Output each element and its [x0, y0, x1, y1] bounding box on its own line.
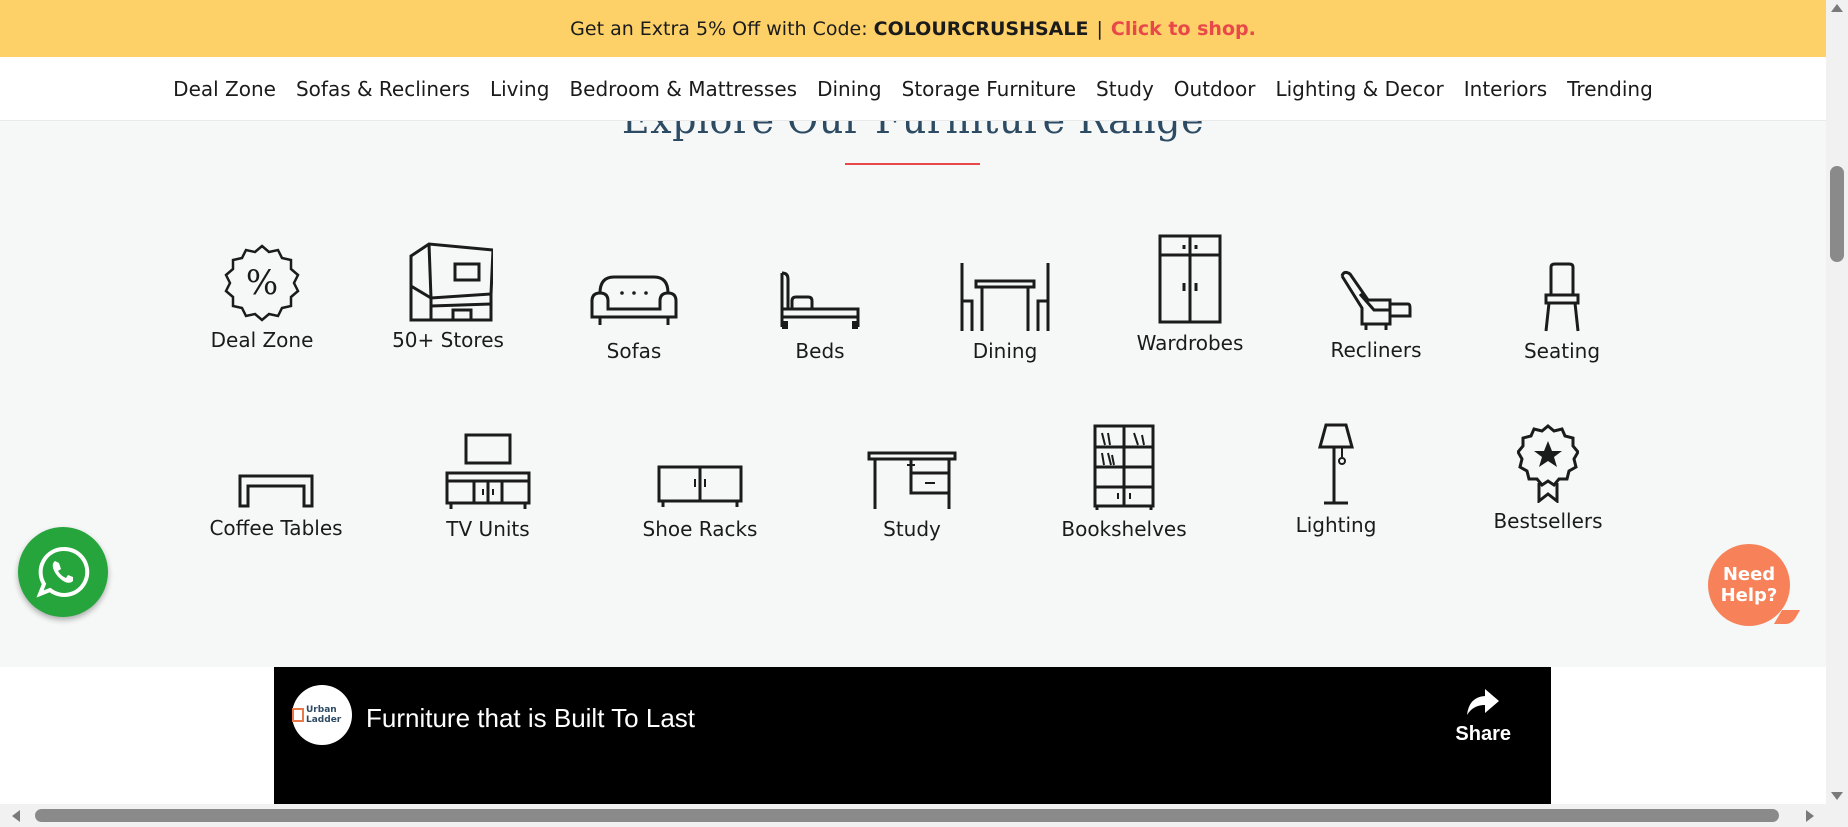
category-shoe-racks[interactable]: Shoe Racks	[640, 461, 760, 541]
tv-unit-icon	[445, 433, 531, 509]
category-dining[interactable]: Dining	[955, 261, 1055, 363]
svg-text:%: %	[246, 263, 278, 303]
nav-item-deal-zone[interactable]: Deal Zone	[173, 77, 276, 101]
channel-logo-text: Urban Ladder	[306, 705, 342, 725]
category-label: Deal Zone	[210, 328, 314, 352]
nav-item-sofas-recliners[interactable]: Sofas & Recliners	[296, 77, 470, 101]
dining-icon	[960, 263, 1050, 331]
scrollbar-corner	[1826, 804, 1848, 827]
category-study[interactable]: Study	[862, 449, 962, 541]
category-coffee-tables[interactable]: Coffee Tables	[206, 470, 346, 540]
category-sofas[interactable]: Sofas	[584, 271, 684, 363]
category-label: Recliners	[1330, 338, 1422, 362]
vertical-scrollbar[interactable]	[1826, 0, 1848, 804]
category-label: Dining	[972, 339, 1038, 363]
category-bestsellers[interactable]: Bestsellers	[1488, 423, 1608, 533]
category-label: Beds	[795, 339, 845, 363]
category-50-stores[interactable]: 50+ Stores	[392, 242, 504, 352]
category-label: TV Units	[446, 517, 530, 541]
category-recliners[interactable]: Recliners	[1326, 266, 1426, 362]
scroll-down-icon[interactable]	[1831, 792, 1843, 800]
promo-banner: Get an Extra 5% Off with Code: COLOURCRU…	[0, 0, 1826, 57]
scroll-up-icon[interactable]	[1831, 4, 1843, 12]
category-label: Bestsellers	[1493, 509, 1603, 533]
need-help-label: Need Help?	[1720, 564, 1778, 606]
scroll-right-icon[interactable]	[1806, 810, 1814, 822]
category-label: Lighting	[1295, 513, 1377, 537]
nav-item-outdoor[interactable]: Outdoor	[1174, 77, 1256, 101]
promo-code: COLOURCRUSHSALE	[873, 17, 1089, 40]
stores-icon	[409, 242, 493, 322]
whatsapp-button[interactable]	[18, 527, 108, 617]
channel-logo[interactable]: Urban Ladder	[292, 685, 352, 745]
section-title: Explore Our Furniture Range	[0, 121, 1826, 142]
category-seating[interactable]: Seating	[1512, 261, 1612, 363]
floor-lamp-icon	[1318, 423, 1354, 505]
category-deal-zone[interactable]: % Deal Zone	[210, 242, 314, 352]
share-arrow-icon	[1467, 689, 1500, 715]
promo-shop-link[interactable]: Click to shop.	[1111, 18, 1256, 40]
category-label: Sofas	[606, 339, 662, 363]
promo-separator: |	[1096, 17, 1103, 40]
furniture-range-section: Explore Our Furniture Range % Deal Zone …	[0, 121, 1826, 667]
video-title[interactable]: Furniture that is Built To Last	[366, 703, 695, 734]
bookshelf-icon	[1093, 424, 1155, 510]
category-bookshelves[interactable]: Bookshelves	[1061, 423, 1187, 541]
nav-item-bedroom-mattresses[interactable]: Bedroom & Mattresses	[569, 77, 797, 101]
category-label: Wardrobes	[1136, 331, 1244, 355]
category-label: Shoe Racks	[642, 517, 758, 541]
deal-zone-icon: %	[224, 244, 300, 322]
category-label: Bookshelves	[1061, 517, 1187, 541]
horizontal-scrollbar[interactable]	[0, 804, 1826, 827]
recliner-icon	[1340, 270, 1412, 330]
nav-item-study[interactable]: Study	[1096, 77, 1154, 101]
chair-icon	[1544, 262, 1580, 332]
coffee-table-icon	[238, 474, 314, 508]
category-label: 50+ Stores	[392, 328, 504, 352]
nav-item-lighting-decor[interactable]: Lighting & Decor	[1275, 77, 1443, 101]
shoe-rack-icon	[657, 465, 743, 507]
horizontal-scroll-thumb[interactable]	[35, 809, 1779, 822]
category-label: Seating	[1523, 339, 1601, 363]
nav-item-interiors[interactable]: Interiors	[1464, 77, 1547, 101]
category-label: Study	[883, 517, 941, 541]
whatsapp-icon	[36, 546, 90, 598]
share-label: Share	[1455, 723, 1511, 745]
need-help-button[interactable]: Need Help?	[1708, 544, 1790, 626]
nav-item-storage-furniture[interactable]: Storage Furniture	[902, 77, 1076, 101]
study-desk-icon	[867, 451, 957, 509]
main-nav: Deal Zone Sofas & Recliners Living Bedro…	[0, 57, 1826, 121]
category-label: Coffee Tables	[209, 516, 343, 540]
scroll-left-icon[interactable]	[12, 810, 20, 822]
bed-icon	[780, 271, 860, 329]
category-tv-units[interactable]: TV Units	[438, 431, 538, 541]
category-wardrobes[interactable]: Wardrobes	[1137, 233, 1243, 355]
video-player[interactable]: Urban Ladder Furniture that is Built To …	[274, 667, 1551, 804]
nav-item-dining[interactable]: Dining	[817, 77, 882, 101]
logo-mark-icon	[292, 708, 304, 722]
category-lighting[interactable]: Lighting	[1286, 421, 1386, 537]
title-underline	[845, 163, 980, 165]
category-beds[interactable]: Beds	[770, 269, 870, 363]
video-share-button[interactable]: Share	[1455, 687, 1511, 746]
nav-item-trending[interactable]: Trending	[1567, 77, 1653, 101]
sofa-icon	[590, 275, 678, 325]
nav-item-living[interactable]: Living	[490, 77, 549, 101]
promo-text: Get an Extra 5% Off with Code:	[570, 17, 868, 40]
bestseller-badge-icon	[1517, 424, 1579, 503]
wardrobe-icon	[1158, 234, 1222, 324]
vertical-scroll-thumb[interactable]	[1830, 166, 1844, 262]
